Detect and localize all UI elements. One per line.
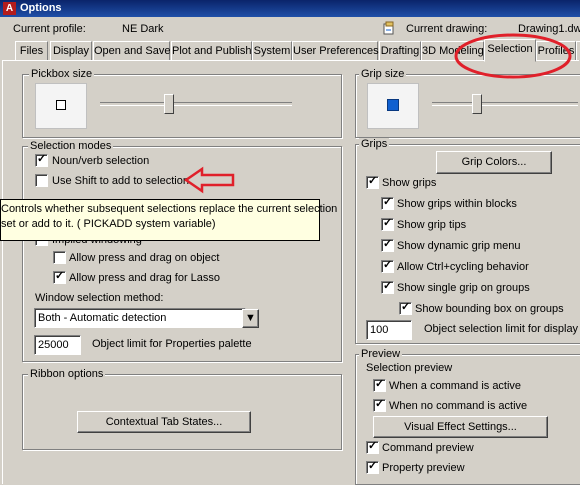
red-circle-highlight: [452, 32, 574, 80]
show-grips-blocks-label: Show grips within blocks: [397, 198, 517, 210]
pickbox-title: Pickbox size: [29, 68, 95, 80]
show-grip-tips-checkbox[interactable]: ✓: [381, 217, 394, 231]
selection-modes-title: Selection modes: [28, 140, 114, 152]
allow-ctrl-cycling-checkbox[interactable]: ✓: [381, 259, 394, 273]
use-shift-label: Use Shift to add to selection: [52, 175, 189, 187]
tab-system[interactable]: System: [252, 41, 292, 61]
when-active-label: When a command is active: [389, 380, 522, 392]
property-preview-label: Property preview: [382, 462, 465, 474]
grip-size-slider-track[interactable]: [432, 102, 578, 106]
object-limit-label: Object limit for Properties palette: [92, 338, 252, 350]
show-grips-checkbox[interactable]: ✓: [366, 175, 379, 189]
tab-plot-and-publish[interactable]: Plot and Publish: [171, 41, 252, 61]
pickbox-slider-thumb[interactable]: [164, 94, 174, 114]
noun-verb-checkbox[interactable]: ✓: [35, 153, 48, 167]
use-shift-checkbox[interactable]: [35, 174, 48, 187]
grip-size-preview: [367, 83, 419, 129]
tab-user-preferences[interactable]: User Preferences: [292, 41, 379, 61]
press-drag-object-checkbox[interactable]: [53, 251, 66, 264]
grip-size-title: Grip size: [359, 68, 407, 80]
tab-drafting[interactable]: Drafting: [379, 41, 421, 61]
tab-files[interactable]: Files: [15, 41, 48, 61]
press-drag-lasso-label: Allow press and drag for Lasso: [69, 272, 221, 284]
tooltip-line-2: set or add to it. ( PICKADD system varia…: [1, 218, 216, 230]
pickbox-preview: [35, 83, 87, 129]
when-active-checkbox[interactable]: ✓: [373, 378, 386, 392]
pickadd-tooltip: Controls whether subsequent selections r…: [0, 199, 338, 241]
tab-overflow[interactable]: [576, 41, 580, 61]
grip-size-slider-thumb[interactable]: [472, 94, 482, 114]
chevron-down-icon[interactable]: ▼: [242, 309, 259, 328]
when-no-command-checkbox[interactable]: ✓: [373, 398, 386, 412]
object-limit-input[interactable]: 25000: [34, 335, 81, 355]
command-preview-checkbox[interactable]: ✓: [366, 440, 379, 454]
grip-limit-input[interactable]: 100: [366, 320, 412, 340]
show-bounding-box-checkbox[interactable]: ✓: [399, 301, 412, 315]
tab-display[interactable]: Display: [50, 41, 92, 61]
pickbox-slider-track[interactable]: [100, 102, 292, 106]
window-method-select[interactable]: Both - Automatic detection: [34, 308, 246, 328]
pickbox-square-icon: [56, 100, 66, 110]
visual-effect-settings-button[interactable]: Visual Effect Settings...: [373, 416, 548, 438]
property-preview-checkbox[interactable]: ✓: [366, 460, 379, 474]
press-drag-lasso-checkbox[interactable]: ✓: [53, 270, 66, 284]
show-grips-label: Show grips: [382, 177, 437, 189]
grip-colors-button[interactable]: Grip Colors...: [436, 151, 552, 174]
title-bar: A Options: [0, 0, 580, 17]
show-grips-blocks-checkbox[interactable]: ✓: [381, 196, 394, 210]
current-profile-label: Current profile:: [13, 23, 86, 35]
current-profile-value: NE Dark: [122, 23, 164, 35]
red-arrow-icon: [183, 166, 236, 194]
when-no-command-label: When no command is active: [389, 400, 528, 412]
grip-limit-label: Object selection limit for display of g: [424, 323, 580, 335]
show-bounding-box-label: Show bounding box on groups: [415, 303, 564, 315]
grip-square-icon: [387, 99, 399, 111]
tab-open-and-save[interactable]: Open and Save: [93, 41, 170, 61]
selection-preview-label: Selection preview: [366, 362, 453, 374]
tooltip-line-1: Controls whether subsequent selections r…: [1, 203, 338, 215]
show-dynamic-menu-label: Show dynamic grip menu: [397, 240, 521, 252]
ribbon-options-title: Ribbon options: [28, 368, 106, 380]
show-grip-tips-label: Show grip tips: [397, 219, 467, 231]
show-dynamic-menu-checkbox[interactable]: ✓: [381, 238, 394, 252]
allow-ctrl-cycling-label: Allow Ctrl+cycling behavior: [397, 261, 529, 273]
command-preview-label: Command preview: [382, 442, 474, 454]
app-icon: A: [3, 2, 16, 15]
drawing-icon: [383, 21, 395, 35]
window-method-label: Window selection method:: [35, 292, 164, 304]
contextual-tab-states-button[interactable]: Contextual Tab States...: [77, 411, 251, 433]
show-single-grip-label: Show single grip on groups: [397, 282, 530, 294]
window-title: Options: [20, 2, 62, 14]
show-single-grip-checkbox[interactable]: ✓: [381, 280, 394, 294]
noun-verb-label: Noun/verb selection: [52, 155, 150, 167]
press-drag-object-label: Allow press and drag on object: [69, 252, 220, 264]
preview-title: Preview: [359, 348, 403, 360]
grips-title: Grips: [359, 138, 390, 150]
